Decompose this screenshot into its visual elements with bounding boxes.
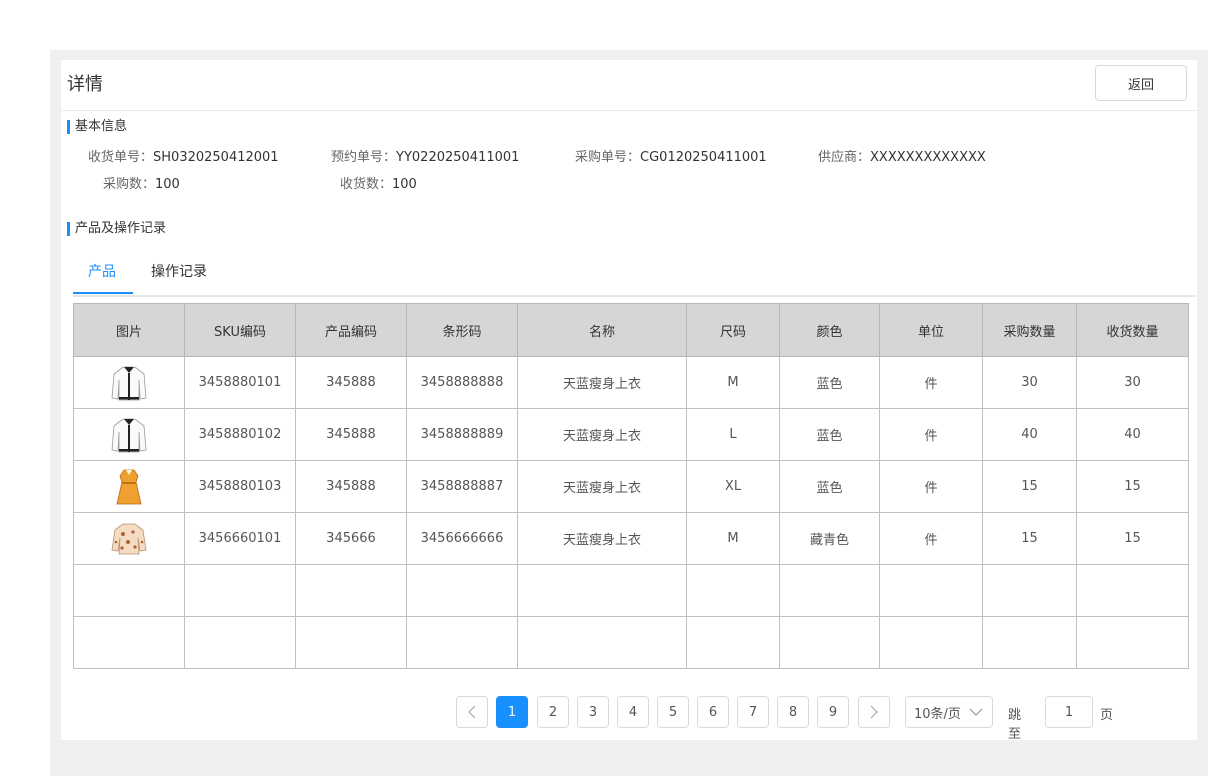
table-header-row: 图片 SKU编码 产品编码 条形码 名称 尺码 颜色 单位 采购数量 收货数量 [73, 303, 1189, 357]
cell-unit: 件 [879, 460, 983, 513]
cell-unit: 件 [879, 356, 983, 409]
floral-blouse-icon [111, 523, 147, 554]
chevron-left-icon [468, 705, 476, 719]
page-button-7[interactable]: 7 [737, 696, 769, 728]
cell-received-qty: 15 [1076, 460, 1189, 513]
cell-purchase-qty: 40 [982, 408, 1077, 461]
page-size-select[interactable]: 10条/页 [905, 696, 993, 728]
table-row: 3458880103 345888 3458888887 天蓝瘦身上衣 XL 蓝… [73, 460, 1189, 513]
cell-color: 蓝色 [779, 460, 880, 513]
page-title: 详情 [67, 74, 103, 95]
basic-info-title: 基本信息 [67, 120, 127, 134]
cell-barcode: 3456666666 [406, 512, 518, 565]
cell-product-code: 345888 [295, 408, 407, 461]
jump-label: 跳至 [1008, 708, 1022, 742]
table-row: 3458880102 345888 3458888889 天蓝瘦身上衣 L 蓝色… [73, 408, 1189, 461]
page-button-6[interactable]: 6 [697, 696, 729, 728]
info-receipt-no: 收货单号：SH0320250412001 [88, 150, 279, 165]
cell-sku: 3458880103 [184, 460, 296, 513]
col-header-size: 尺码 [686, 303, 780, 357]
cell-barcode: 3458888889 [406, 408, 518, 461]
product-table: 图片 SKU编码 产品编码 条形码 名称 尺码 颜色 单位 采购数量 收货数量 [73, 303, 1189, 669]
cell-name: 天蓝瘦身上衣 [517, 408, 687, 461]
chevron-right-icon [870, 705, 878, 719]
cell-received-qty: 15 [1076, 512, 1189, 565]
table-row: 3456660101 345666 3456666666 天蓝瘦身上衣 M 藏青… [73, 512, 1189, 565]
page-size-value: 10条/页 [914, 706, 961, 722]
back-button[interactable]: 返回 [1095, 65, 1187, 101]
page-button-8[interactable]: 8 [777, 696, 809, 728]
col-header-product-code: 产品编码 [295, 303, 407, 357]
cell-purchase-qty: 15 [982, 460, 1077, 513]
info-appointment-no: 预约单号：YY0220250411001 [331, 150, 520, 165]
info-purchase-no: 采购单号：CG0120250411001 [575, 150, 767, 165]
cell-size: XL [686, 460, 780, 513]
cell-purchase-qty: 30 [982, 356, 1077, 409]
cell-color: 蓝色 [779, 356, 880, 409]
col-header-color: 颜色 [779, 303, 880, 357]
cell-name: 天蓝瘦身上衣 [517, 356, 687, 409]
cell-received-qty: 30 [1076, 356, 1189, 409]
cell-product-code: 345888 [295, 460, 407, 513]
cell-size: M [686, 512, 780, 565]
page-button-4[interactable]: 4 [617, 696, 649, 728]
table-row-empty [73, 564, 1189, 617]
cell-barcode: 3458888888 [406, 356, 518, 409]
tab-products[interactable]: 产品 [88, 261, 116, 281]
table-row-empty [73, 616, 1189, 669]
page-button-3[interactable]: 3 [577, 696, 609, 728]
records-title: 产品及操作记录 [67, 222, 166, 236]
active-tab-indicator [73, 292, 133, 294]
col-header-sku: SKU编码 [184, 303, 296, 357]
record-tabs: 产品 操作记录 [73, 255, 1195, 297]
cell-color: 蓝色 [779, 408, 880, 461]
cell-sku: 3456660101 [184, 512, 296, 565]
info-purchase-count: 采购数：100 [103, 177, 180, 192]
info-received-count: 收货数：100 [340, 177, 417, 192]
cell-size: L [686, 408, 780, 461]
col-header-unit: 单位 [879, 303, 983, 357]
col-header-barcode: 条形码 [406, 303, 518, 357]
cell-received-qty: 40 [1076, 408, 1189, 461]
cell-sku: 3458880102 [184, 408, 296, 461]
page-button-9[interactable]: 9 [817, 696, 849, 728]
cell-sku: 3458880101 [184, 356, 296, 409]
cell-product-code: 345888 [295, 356, 407, 409]
cell-size: M [686, 356, 780, 409]
next-page-button[interactable] [858, 696, 890, 728]
cell-unit: 件 [879, 512, 983, 565]
cell-color: 藏青色 [779, 512, 880, 565]
chevron-down-icon [969, 708, 983, 716]
white-cardigan-icon [111, 366, 147, 400]
col-header-image: 图片 [73, 303, 185, 357]
cell-barcode: 3458888887 [406, 460, 518, 513]
header-bar: 详情 返回 [61, 60, 1197, 111]
tab-operation-log[interactable]: 操作记录 [151, 261, 207, 281]
col-header-name: 名称 [517, 303, 687, 357]
table-row: 3458880101 345888 3458888888 天蓝瘦身上衣 M 蓝色… [73, 356, 1189, 409]
detail-card: 详情 返回 基本信息 收货单号：SH0320250412001 预约单号：YY0… [61, 60, 1197, 742]
col-header-purchase-qty: 采购数量 [982, 303, 1077, 357]
cell-unit: 件 [879, 408, 983, 461]
page-button-2[interactable]: 2 [537, 696, 569, 728]
page-button-1[interactable]: 1 [496, 696, 528, 728]
cell-name: 天蓝瘦身上衣 [517, 460, 687, 513]
prev-page-button[interactable] [456, 696, 488, 728]
info-supplier: 供应商：XXXXXXXXXXXXX [818, 150, 986, 165]
white-cardigan-icon [111, 418, 147, 452]
col-header-received-qty: 收货数量 [1076, 303, 1189, 357]
cell-product-code: 345666 [295, 512, 407, 565]
cell-purchase-qty: 15 [982, 512, 1077, 565]
cell-name: 天蓝瘦身上衣 [517, 512, 687, 565]
orange-dress-icon [116, 469, 142, 504]
jump-suffix: 页 [1100, 708, 1114, 723]
page-button-5[interactable]: 5 [657, 696, 689, 728]
jump-page-input[interactable] [1045, 696, 1093, 728]
